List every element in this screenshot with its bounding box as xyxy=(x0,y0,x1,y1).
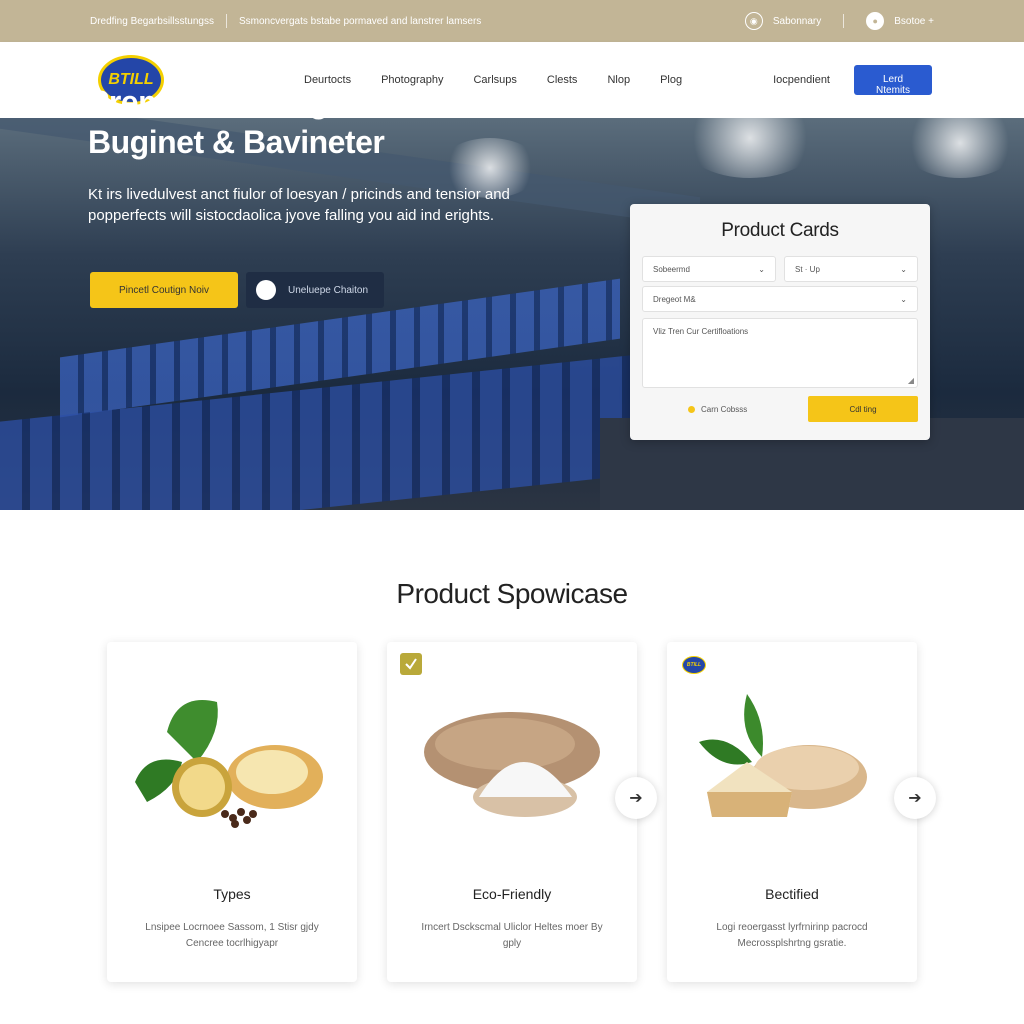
product-image-soap xyxy=(424,712,600,817)
hero-secondary-label: Uneluepe Chaiton xyxy=(288,284,369,296)
product-card-title: Eco-Friendly xyxy=(472,886,552,902)
product-card-title: Types xyxy=(213,886,251,902)
arrow-right-icon: ➔ xyxy=(908,790,922,807)
top-bar-text-1: Dredfing Begarbsillsstungss xyxy=(90,15,214,27)
product-card-desc: Logi reoergasst lyrfrnirinp pacrocd Mecr… xyxy=(716,922,868,949)
product-card-title: Bectified xyxy=(765,886,819,902)
carousel-next-arrow[interactable]: ➔ xyxy=(615,777,657,819)
top-bar: Dredfing Begarbsillsstungss Ssmoncvergat… xyxy=(0,0,1024,42)
location-icon: ◉ xyxy=(744,12,763,30)
top-bar-right: ◉ Sabonnary ● Bsotoe + xyxy=(744,12,934,30)
form-select-3[interactable]: Dregeot M& ⌄ xyxy=(642,286,918,312)
hero-title: Premium Detergents & Buginet & Bavineter xyxy=(88,84,423,160)
form-select-2-value: St · Up xyxy=(795,264,820,274)
divider xyxy=(843,14,845,28)
form-title: Product Cards xyxy=(721,220,839,241)
showcase-title: Product Spowicase xyxy=(396,578,628,609)
nav-item-blog[interactable]: Plog xyxy=(660,74,682,86)
top-bar-link-2[interactable]: Bsotoe + xyxy=(894,16,934,27)
top-bar-text-2: Ssmoncvergats bstabe pormaved and lanstr… xyxy=(238,15,482,27)
user-icon: ● xyxy=(866,12,885,30)
divider xyxy=(225,14,227,28)
form-link[interactable]: Carn Cobsss xyxy=(688,405,747,414)
hero-primary-button[interactable]: Pincetl Coutign Noiv xyxy=(90,272,238,308)
nav-independent-link[interactable]: Iocpendient xyxy=(773,74,830,86)
chevron-down-icon: ⌄ xyxy=(900,264,907,274)
hero-secondary-button[interactable]: Uneluepe Chaiton xyxy=(246,272,384,308)
form-textarea-placeholder: Vliz Tren Cur Certifloations xyxy=(653,327,749,336)
hero-bg-light xyxy=(680,118,820,178)
nav-item-5[interactable]: Nlop xyxy=(607,74,630,86)
play-icon xyxy=(256,280,276,300)
hero-text: Premium Detergents & Buginet & Bavineter… xyxy=(88,82,528,226)
top-bar-link-1[interactable]: Sabonnary xyxy=(773,16,821,27)
form-select-1[interactable]: Sobeermd ⌄ xyxy=(642,256,776,282)
form-select-3-value: Dregeot M& xyxy=(653,294,696,304)
hero-bg-light xyxy=(900,118,1020,178)
form-submit-button[interactable]: Cdl ting xyxy=(808,396,918,422)
chevron-down-icon: ⌄ xyxy=(900,294,907,304)
product-image-bar xyxy=(699,694,867,817)
product-card-types[interactable]: Types Lnsipee Locrnoee Sassom, 1 Stisr g… xyxy=(107,642,357,982)
carousel-next-arrow[interactable]: ➔ xyxy=(894,777,936,819)
hero-buttons: Pincetl Coutign Noiv Uneluepe Chaiton xyxy=(90,272,384,308)
form-select-1-value: Sobeermd xyxy=(653,264,690,274)
product-card-certified[interactable]: BTILL Bectified Logi reoergasst lyrfrnir… xyxy=(667,642,917,982)
arrow-right-icon: ➔ xyxy=(629,790,643,807)
form-select-2[interactable]: St · Up ⌄ xyxy=(784,256,918,282)
product-card-desc: Lnsipee Locrnoee Sassom, 1 Stisr gjdy Ce… xyxy=(145,922,319,949)
product-card-desc: Irncert Dsckscmal Uliclor Heltes moer By… xyxy=(421,922,603,949)
hero-subtitle: Kt irs livedulvest anct fiulor of loesya… xyxy=(88,186,510,224)
product-card-eco[interactable]: Eco-Friendly Irncert Dsckscmal Uliclor H… xyxy=(387,642,637,982)
form-textarea[interactable]: Vliz Tren Cur Certifloations ◢ xyxy=(642,318,918,388)
resize-grip-icon[interactable]: ◢ xyxy=(908,376,914,385)
nav-item-4[interactable]: Clests xyxy=(547,74,578,86)
chevron-down-icon: ⌄ xyxy=(758,264,765,274)
dot-icon xyxy=(688,405,695,413)
brand-badge-text: BTILL xyxy=(686,662,702,668)
nav-cta-button[interactable]: Lerd Ntemits xyxy=(854,65,932,96)
form-link-label: Carn Cobsss xyxy=(701,404,748,414)
product-image-fruit xyxy=(135,700,323,828)
product-form-card: Product Cards Sobeermd ⌄ St · Up ⌄ Dregeot… xyxy=(630,204,930,440)
